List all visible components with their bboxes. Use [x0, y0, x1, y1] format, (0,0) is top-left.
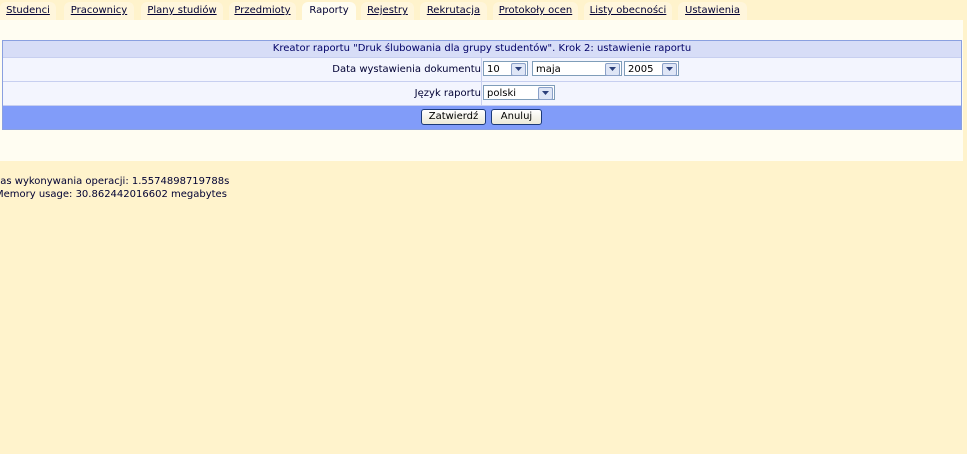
form-title: Kreator raportu "Druk ślubowania dla gru… — [3, 41, 961, 57]
tab-bar: Studenci Pracownicy Plany studiów Przedm… — [0, 0, 967, 20]
tab-listy-obecnosci[interactable]: Listy obecności — [584, 2, 672, 20]
date-label: Data wystawienia dokumentu — [332, 64, 481, 75]
language-row: Język raportu polski — [3, 81, 961, 105]
tab-protokoly-ocen[interactable]: Protokoły ocen — [493, 2, 578, 20]
memory-usage-text: Memory usage: 30.862442016602 megabytes — [0, 189, 227, 200]
divider — [481, 82, 482, 105]
submit-button[interactable]: Zatwierdź — [421, 109, 486, 125]
date-row: Data wystawienia dokumentu 10 maja 2005 — [3, 57, 961, 81]
tab-rekrutacja[interactable]: Rekrutacja — [420, 2, 487, 20]
chevron-down-icon[interactable] — [662, 63, 677, 76]
tab-studenci[interactable]: Studenci — [0, 2, 56, 20]
tab-pracownicy[interactable]: Pracownicy — [64, 2, 134, 20]
day-select[interactable]: 10 — [483, 61, 528, 76]
tab-przedmioty[interactable]: Przedmioty — [229, 2, 296, 20]
report-wizard-form: Kreator raportu "Druk ślubowania dla gru… — [2, 40, 962, 130]
chevron-down-icon[interactable] — [511, 63, 526, 76]
chevron-down-icon[interactable] — [538, 87, 553, 100]
tab-ustawienia[interactable]: Ustawienia — [678, 2, 747, 20]
button-row: Zatwierdź Anuluj — [3, 105, 961, 129]
year-value: 2005 — [628, 64, 654, 75]
cancel-button[interactable]: Anuluj — [491, 109, 542, 125]
tab-raporty[interactable]: Raporty — [302, 2, 356, 20]
tab-rejestry[interactable]: Rejestry — [361, 2, 414, 20]
language-label: Język raportu — [414, 88, 481, 99]
language-select[interactable]: polski — [483, 85, 555, 100]
execution-time-text: zas wykonywania operacji: 1.557489871978… — [0, 176, 230, 187]
month-select[interactable]: maja — [532, 61, 622, 76]
divider — [481, 58, 482, 81]
year-select[interactable]: 2005 — [624, 61, 679, 76]
day-value: 10 — [487, 64, 500, 75]
language-value: polski — [487, 88, 517, 99]
content-panel: Kreator raportu "Druk ślubowania dla gru… — [0, 20, 963, 161]
tab-plany-studiow[interactable]: Plany studiów — [141, 2, 223, 20]
chevron-down-icon[interactable] — [605, 63, 620, 76]
month-value: maja — [536, 64, 561, 75]
